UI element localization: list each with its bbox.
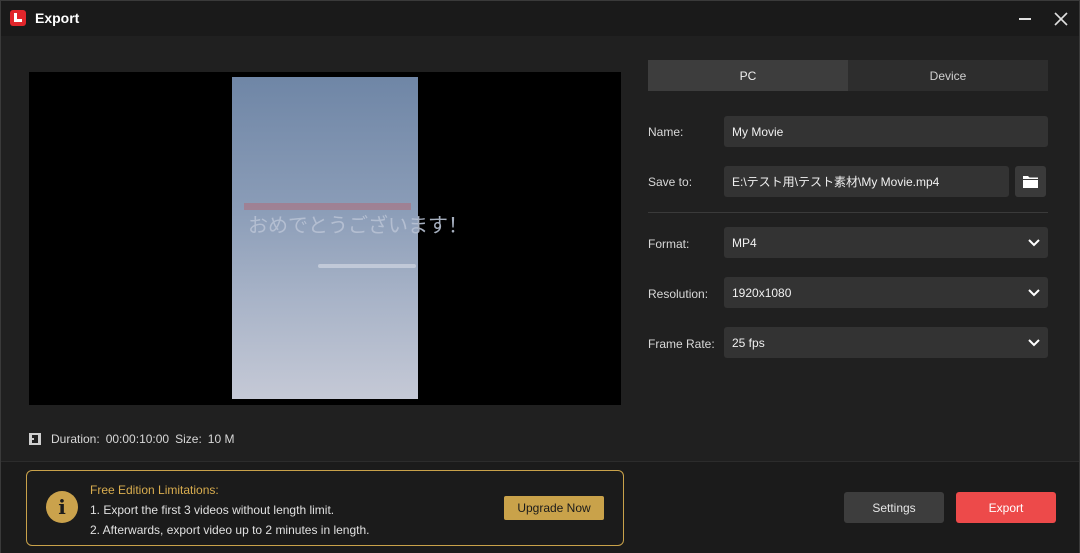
- info-icon: i: [46, 491, 78, 523]
- frame-rate-select[interactable]: 25 fps: [724, 327, 1048, 358]
- duration-label: Duration:: [51, 432, 100, 446]
- tab-device[interactable]: Device: [848, 60, 1048, 91]
- save-to-label: Save to:: [648, 175, 693, 189]
- export-target-tabs: PC Device: [648, 60, 1048, 91]
- browse-folder-button[interactable]: [1015, 166, 1046, 197]
- resolution-label: Resolution:: [648, 287, 709, 301]
- frame-rate-value: 25 fps: [732, 335, 765, 350]
- size-label: Size:: [175, 432, 202, 446]
- window-title: Export: [35, 10, 80, 26]
- bottom-bar: i Free Edition Limitations: 1. Export th…: [1, 461, 1079, 553]
- chevron-down-icon: [1028, 339, 1040, 347]
- section-divider: [648, 212, 1048, 213]
- folder-icon: [1023, 176, 1038, 188]
- minimize-button[interactable]: [1012, 6, 1038, 32]
- name-field[interactable]: My Movie: [724, 116, 1048, 147]
- app-logo-icon: [10, 10, 26, 26]
- limitation-line-2: 2. Afterwards, export video up to 2 minu…: [90, 523, 370, 537]
- format-label: Format:: [648, 237, 690, 251]
- resolution-value: 1920x1080: [732, 285, 792, 300]
- chevron-down-icon: [1028, 239, 1040, 247]
- preview-overlay-text: おめでとうございます！: [248, 213, 468, 237]
- limitations-title: Free Edition Limitations:: [90, 483, 219, 497]
- format-select[interactable]: MP4: [724, 227, 1048, 258]
- chevron-down-icon: [1028, 289, 1040, 297]
- frame-rate-label: Frame Rate:: [648, 337, 715, 351]
- export-window: Export おめでとうございます！ Duration: 00:00:10:00…: [0, 0, 1080, 553]
- size-value: 10 M: [207, 432, 235, 446]
- video-preview: おめでとうございます！: [29, 72, 621, 405]
- export-button[interactable]: Export: [956, 492, 1056, 523]
- video-info: Duration: 00:00:10:00 Size: 10 M: [29, 432, 240, 446]
- close-button[interactable]: [1048, 6, 1074, 32]
- settings-button[interactable]: Settings: [844, 492, 944, 523]
- format-value: MP4: [732, 235, 757, 250]
- save-path-field[interactable]: E:\テスト用\テスト素材\My Movie.mp4: [724, 166, 1009, 197]
- upgrade-now-button[interactable]: Upgrade Now: [504, 496, 604, 520]
- limitation-line-1: 1. Export the first 3 videos without len…: [90, 503, 335, 517]
- limitations-notice: i Free Edition Limitations: 1. Export th…: [26, 470, 624, 546]
- preview-cloud-streak: [318, 264, 416, 268]
- resolution-select[interactable]: 1920x1080: [724, 277, 1048, 308]
- tab-pc[interactable]: PC: [648, 60, 848, 91]
- close-icon: [1054, 12, 1068, 26]
- preview-frame: おめでとうございます！: [232, 77, 468, 399]
- title-bar: Export: [1, 1, 1079, 36]
- film-icon: [29, 433, 41, 445]
- name-label: Name:: [648, 125, 684, 139]
- duration-value: 00:00:10:00: [105, 432, 170, 446]
